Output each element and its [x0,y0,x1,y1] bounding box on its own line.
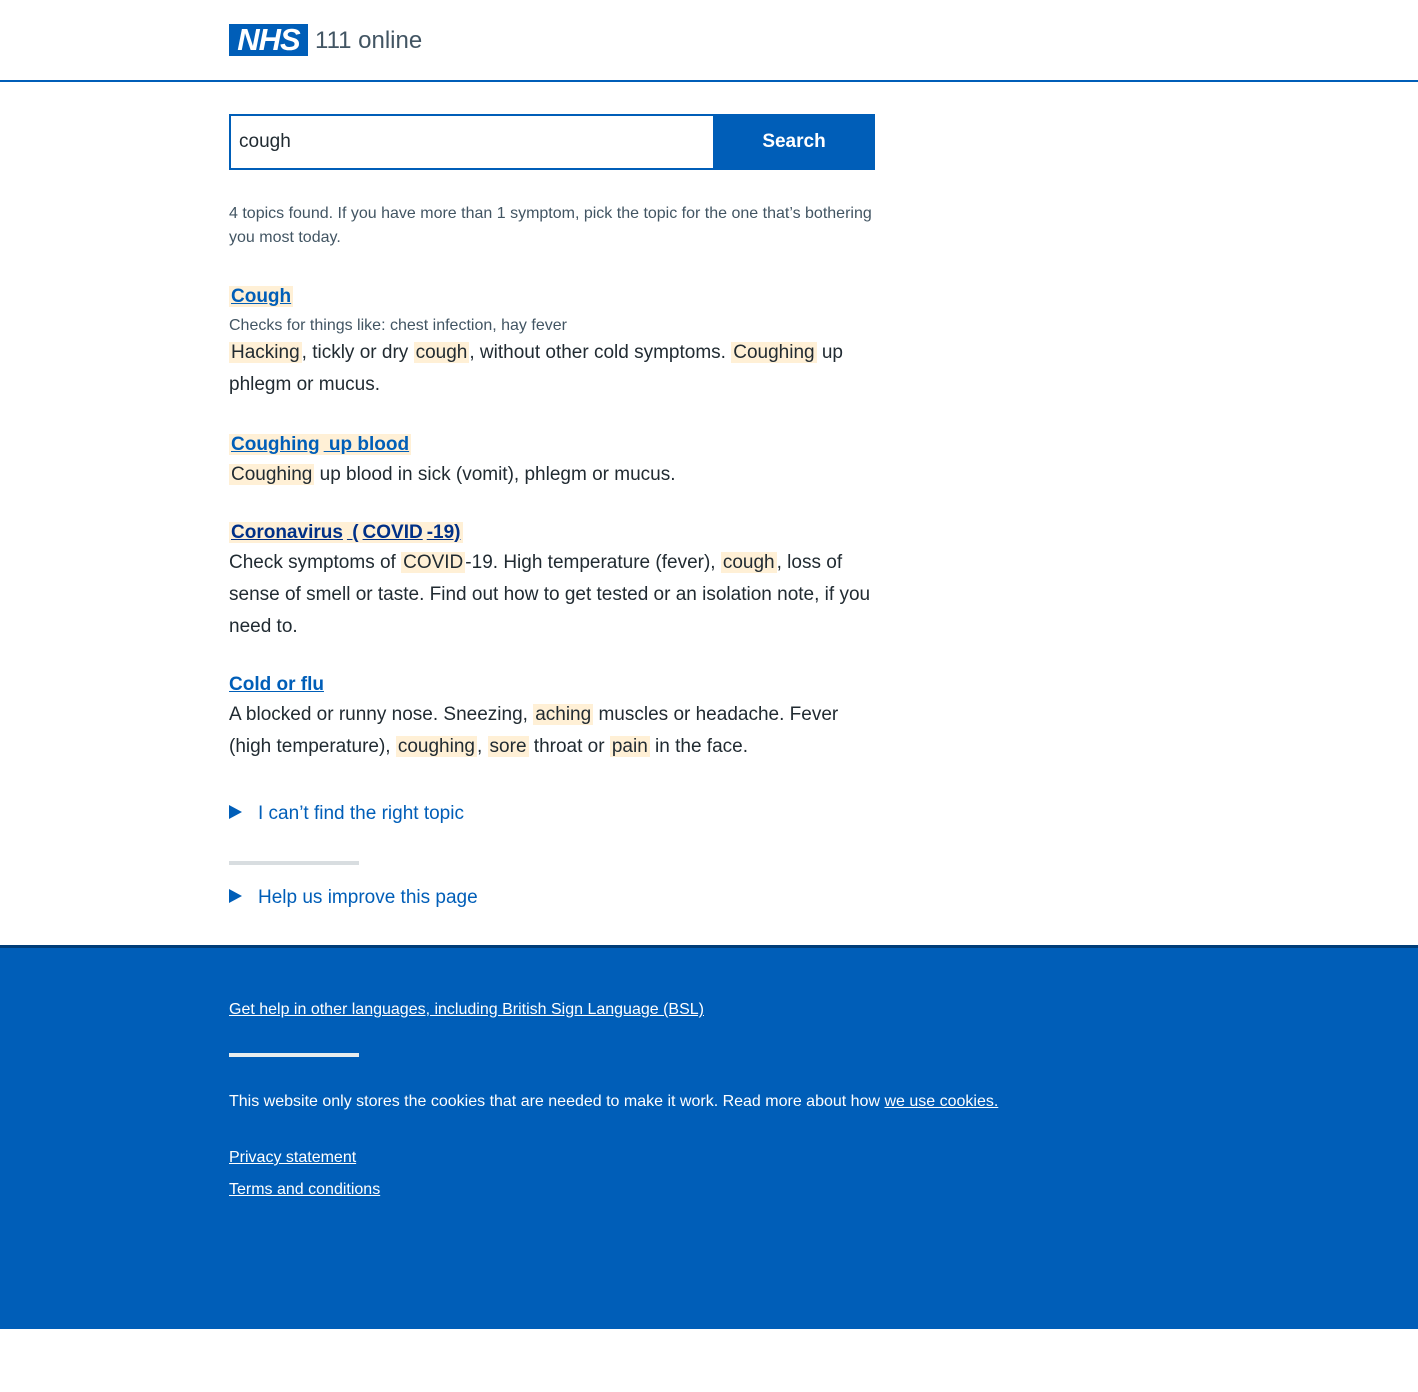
result-description: Hacking, tickly or dry cough, without ot… [229,337,877,401]
highlighted-term: cough [413,342,470,363]
desc-text: -19. High temperature (fever), [465,552,721,573]
highlighted-term: aching [533,704,594,725]
highlighted-term: ( [344,522,361,543]
result-title-link[interactable]: Cough [229,283,294,311]
result-title-link[interactable]: Cold or flu [229,671,324,699]
cookies-link[interactable]: we use cookies. [884,1093,998,1110]
results-count: 4 topics found. If you have more than 1 … [229,205,872,246]
highlighted-term: Coughing [229,464,315,485]
highlighted-term: Coughing [731,342,817,363]
desc-text: throat or [528,736,610,757]
desc-text: A blocked or runny nose. Sneezing, [229,704,534,725]
site-header: NHS 111 online [0,0,1418,82]
highlighted-term: cough [720,552,777,573]
result-item: Cold or flu A blocked or runny nose. Sne… [229,671,877,763]
footer-divider [229,1053,359,1057]
search-button[interactable]: Search [713,114,875,170]
privacy-statement-link[interactable]: Privacy statement [229,1149,356,1166]
highlighted-term: Coronavirus [229,522,345,543]
result-item: Cough Checks for things like: chest infe… [229,283,877,401]
desc-text: , tickly or dry [301,342,414,363]
nhs-logo[interactable]: NHS [229,24,308,56]
cant-find-topic-label: I can’t find the right topic [258,803,464,824]
result-description: A blocked or runny nose. Sneezing, achin… [229,699,877,763]
desc-text: , [476,736,488,757]
desc-text: up blood in sick (vomit), phlegm or mucu… [314,464,676,485]
desc-text: in the face. [649,736,748,757]
result-subtitle: Checks for things like: chest infection,… [229,317,567,334]
highlighted-term: -19) [424,522,463,543]
result-title-link[interactable]: Coronavirus (COVID -19) [229,519,463,547]
other-languages-link[interactable]: Get help in other languages, including B… [229,1001,704,1018]
result-item: Coughing up blood Coughing up blood in s… [229,431,877,491]
title-text: Cold or flu [229,674,324,695]
service-name[interactable]: 111 online [315,24,422,58]
result-item: Coronavirus (COVID -19) Check symptoms of… [229,519,877,643]
help-improve-toggle[interactable]: Help us improve this page [229,884,478,912]
expand-triangle-icon [229,888,242,903]
highlighted-term: COVID [360,522,425,543]
highlighted-term: Coughing [229,434,322,455]
highlighted-term: up blood [321,434,412,455]
result-title-link[interactable]: Coughing up blood [229,431,412,459]
highlighted-term: pain [609,736,650,757]
result-description: Coughing up blood in sick (vomit), phleg… [229,459,877,491]
highlighted-term: Hacking [229,342,302,363]
site-footer: Get help in other languages, including B… [0,945,1418,1329]
cookies-notice: This website only stores the cookies tha… [229,1090,998,1114]
highlighted-term: coughing [395,736,477,757]
highlighted-term: sore [487,736,529,757]
cant-find-topic-toggle[interactable]: I can’t find the right topic [229,800,464,828]
desc-text: Check symptoms of [229,552,402,573]
section-divider [229,861,359,865]
result-description: Check symptoms of COVID -19. High tempera… [229,547,877,643]
help-improve-label: Help us improve this page [258,887,478,908]
search-input[interactable] [229,114,713,170]
desc-text: , without other cold symptoms. [469,342,732,363]
terms-conditions-link[interactable]: Terms and conditions [229,1181,380,1198]
cookies-text: This website only stores the cookies tha… [229,1093,885,1110]
highlighted-term: Cough [229,286,294,307]
expand-triangle-icon [229,804,242,819]
highlighted-term: COVID [401,552,466,573]
